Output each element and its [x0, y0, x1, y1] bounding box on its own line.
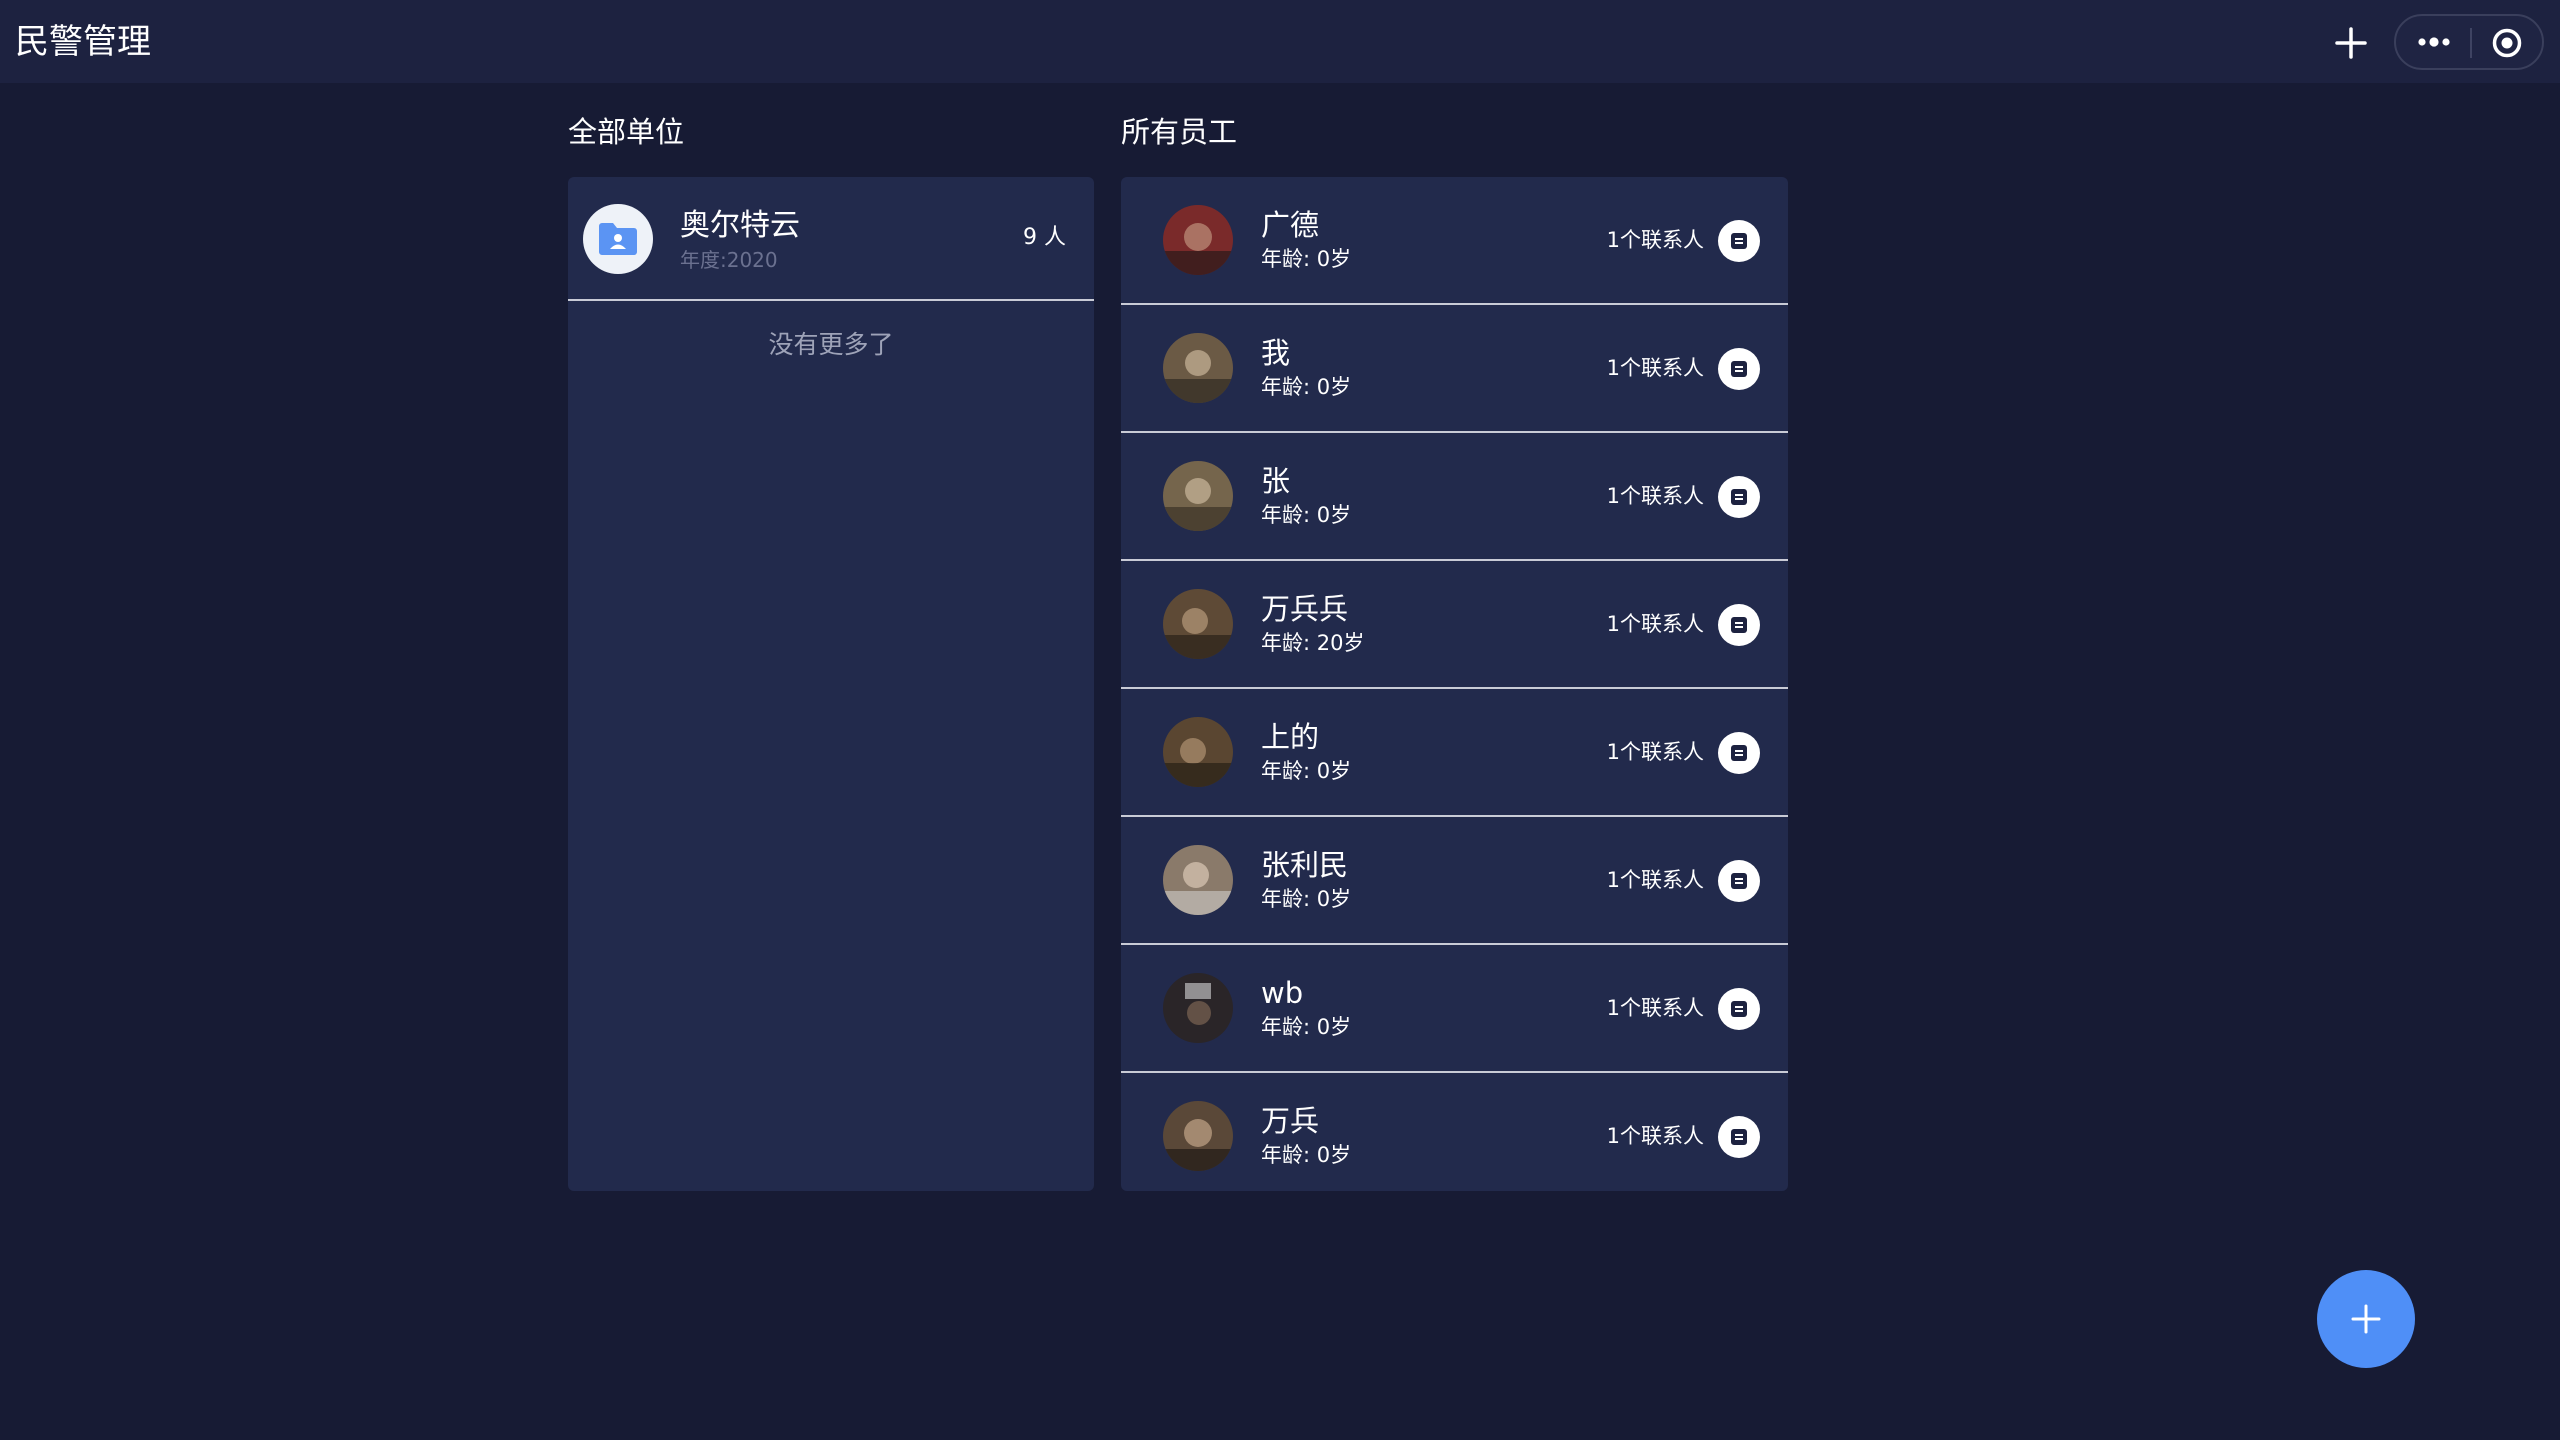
no-more-text: 没有更多了: [768, 330, 894, 359]
contact-card-icon[interactable]: [1718, 348, 1760, 390]
avatar: [1163, 205, 1233, 275]
employee-name: 张利民: [1261, 848, 1349, 882]
unit-member-count: 9 人: [1023, 225, 1066, 250]
contact-card-icon[interactable]: [1718, 988, 1760, 1030]
capsule-divider: [2470, 28, 2472, 58]
employee-contacts: 1个联系人: [1606, 1124, 1704, 1148]
avatar: [1163, 845, 1233, 915]
employee-contacts: 1个联系人: [1606, 356, 1704, 380]
employee-age: 年龄: 0岁: [1261, 1143, 1352, 1167]
employee-row[interactable]: 我 年龄: 0岁 1个联系人: [1121, 305, 1788, 433]
employees-section-title: 所有员工: [1121, 115, 1238, 149]
contact-card-icon[interactable]: [1718, 604, 1760, 646]
employee-contacts: 1个联系人: [1606, 996, 1704, 1020]
employee-age: 年龄: 0岁: [1261, 503, 1352, 527]
more-dots-icon[interactable]: [2406, 24, 2462, 60]
employee-age: 年龄: 0岁: [1261, 247, 1352, 271]
avatar: [1163, 461, 1233, 531]
employee-age: 年龄: 20岁: [1261, 631, 1365, 655]
employee-row[interactable]: 上的 年龄: 0岁 1个联系人: [1121, 689, 1788, 817]
employee-name: 万兵兵: [1261, 592, 1349, 626]
employee-age: 年龄: 0岁: [1261, 887, 1352, 911]
window-capsule: [2394, 14, 2544, 70]
employee-row[interactable]: 张利民 年龄: 0岁 1个联系人: [1121, 817, 1788, 945]
contact-card-icon[interactable]: [1718, 476, 1760, 518]
unit-year: 年度:2020: [680, 248, 778, 272]
employee-row[interactable]: 广德 年龄: 0岁 1个联系人: [1121, 177, 1788, 305]
employee-row[interactable]: 万兵兵 年龄: 20岁 1个联系人: [1121, 561, 1788, 689]
employee-name: wb: [1261, 976, 1304, 1010]
employee-age: 年龄: 0岁: [1261, 1015, 1352, 1039]
contact-card-icon[interactable]: [1718, 220, 1760, 262]
plus-icon: [2351, 1304, 2381, 1334]
avatar: [1163, 717, 1233, 787]
employee-row[interactable]: wb 年龄: 0岁 1个联系人: [1121, 945, 1788, 1073]
employee-name: 万兵: [1261, 1104, 1320, 1138]
employee-age: 年龄: 0岁: [1261, 375, 1352, 399]
employee-contacts: 1个联系人: [1606, 612, 1704, 636]
employee-contacts: 1个联系人: [1606, 228, 1704, 252]
avatar: [1163, 333, 1233, 403]
employee-age: 年龄: 0岁: [1261, 759, 1352, 783]
units-panel: 奥尔特云 年度:2020 9 人 没有更多了: [568, 177, 1094, 1191]
employee-name: 张: [1261, 464, 1291, 498]
add-floating-button[interactable]: [2317, 1270, 2415, 1368]
app-title: 民警管理: [15, 22, 151, 62]
unit-name: 奥尔特云: [680, 208, 800, 243]
unit-item[interactable]: 奥尔特云 年度:2020 9 人: [568, 177, 1094, 301]
employee-contacts: 1个联系人: [1606, 484, 1704, 508]
contact-card-icon[interactable]: [1718, 732, 1760, 774]
avatar: [1163, 1101, 1233, 1171]
avatar: [1163, 973, 1233, 1043]
contact-card-icon[interactable]: [1718, 860, 1760, 902]
target-icon[interactable]: [2482, 23, 2532, 63]
employee-row[interactable]: 万兵 年龄: 0岁 1个联系人: [1121, 1073, 1788, 1191]
employee-name: 上的: [1261, 720, 1320, 754]
top-bar: 民警管理: [0, 0, 2560, 83]
employee-row[interactable]: 张 年龄: 0岁 1个联系人: [1121, 433, 1788, 561]
employee-name: 广德: [1261, 208, 1320, 242]
employee-contacts: 1个联系人: [1606, 868, 1704, 892]
employees-panel: 广德 年龄: 0岁 1个联系人 我 年龄: 0岁 1个联系人 张 年龄: 0岁 …: [1121, 177, 1788, 1191]
units-section-title: 全部单位: [568, 115, 685, 149]
avatar: [1163, 589, 1233, 659]
contact-card-icon[interactable]: [1718, 1116, 1760, 1158]
employee-contacts: 1个联系人: [1606, 740, 1704, 764]
plus-icon[interactable]: [2328, 20, 2374, 66]
folder-user-icon: [583, 204, 653, 274]
employee-name: 我: [1261, 336, 1291, 370]
